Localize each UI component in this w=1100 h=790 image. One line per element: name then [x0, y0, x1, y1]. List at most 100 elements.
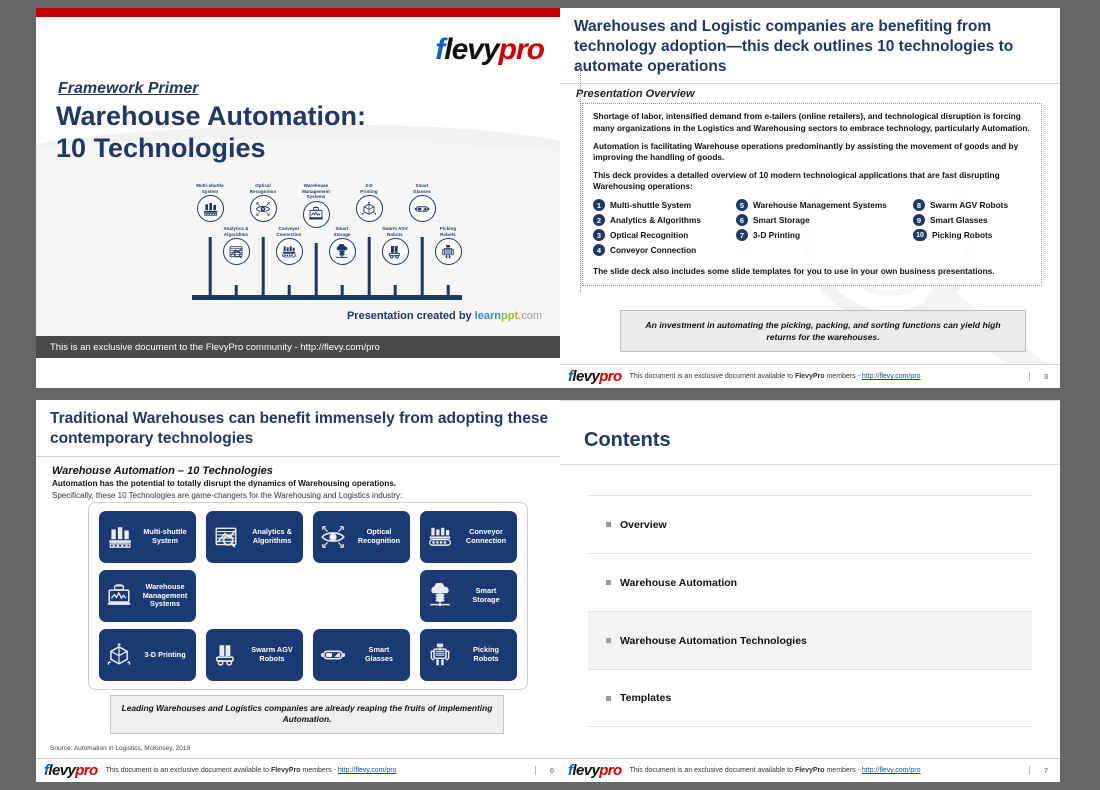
- technology-tile-panel: Multi-shuttle System Analytics & Algorithms…: [88, 502, 528, 690]
- contents-item-2[interactable]: Warehouse Automation: [588, 553, 1032, 611]
- technology-tile[interactable]: Smart Storage: [420, 570, 517, 622]
- flevypro-logo-footer: flevypro: [568, 763, 622, 778]
- slide-technologies[interactable]: Traditional Warehouses can benefit immen…: [36, 400, 566, 782]
- timeline-stem-top-1: [208, 237, 212, 300]
- slide-contents[interactable]: Contents Overview Warehouse Automation War…: [560, 400, 1060, 782]
- slide-footer: flevypro This document is an exclusive d…: [560, 758, 1060, 782]
- technology-tile-label-line: Robots: [259, 654, 285, 663]
- timeline-node-top-3: Warehouse Management Systems: [293, 183, 339, 228]
- timeline-node-top-1: Multi-shuttle System: [187, 183, 233, 222]
- timeline-node-circle: [381, 238, 409, 265]
- multi-shuttle-icon: [109, 527, 131, 548]
- page-title: Contents: [584, 429, 671, 451]
- technology-tile-icon: [105, 640, 133, 670]
- footer-text: This document is an exclusive document a…: [630, 373, 921, 380]
- technology-tile[interactable]: Analytics & Algorithms: [206, 511, 303, 563]
- 3d-printing-icon: [107, 643, 131, 665]
- contents-item-label: Warehouse Automation Technologies: [620, 634, 807, 647]
- timeline-node-circle: [222, 238, 250, 265]
- technology-tile[interactable]: Smart Glasses: [313, 629, 410, 681]
- timeline-node-label-line: Glasses: [413, 188, 431, 194]
- timeline-node-bottom-1: Analytics & Algorithms: [213, 226, 259, 265]
- eyebrow-label: Framework Primer: [58, 80, 199, 97]
- timeline-node-circle: [196, 195, 224, 222]
- technology-tile[interactable]: Optical Recognition: [313, 511, 410, 563]
- page-number: 6: [534, 766, 560, 775]
- technology-tile-label-line: Connection: [465, 536, 507, 545]
- technology-tile-grid: Multi-shuttle System Analytics & Algorithms…: [99, 511, 517, 681]
- technology-tile-icon: [319, 640, 347, 670]
- learnppt-pp: pp: [501, 310, 515, 322]
- picking-robots-icon: [430, 643, 450, 666]
- contents-item-label: Overview: [620, 518, 667, 531]
- timeline-stem-bottom-3: [340, 285, 344, 300]
- created-by-credit: Presentation created by learnppt.com: [347, 310, 542, 322]
- slide-title[interactable]: flevypro Framework Primer Warehouse Auto…: [36, 8, 566, 388]
- page-title: Traditional Warehouses can benefit immen…: [50, 410, 549, 447]
- footer-text-a: This document is an exclusive document a…: [629, 373, 795, 380]
- timeline-node-label-line: Recognition: [249, 188, 277, 194]
- tech-item-label: Warehouse Management Systems: [753, 200, 887, 211]
- technology-tile-label: Warehouse Management Systems: [138, 582, 192, 609]
- technology-tile[interactable]: Warehouse Management Systems: [99, 570, 196, 622]
- tech-number-badge: 6: [736, 214, 748, 227]
- timeline-stem-top-4: [367, 237, 371, 300]
- slide-thumbnail-grid: flevypro Framework Primer Warehouse Auto…: [0, 0, 1100, 790]
- timeline-stem-bottom-5: [446, 285, 450, 300]
- wms-icon: [309, 206, 323, 220]
- tech-item-label: 3-D Printing: [753, 230, 801, 241]
- logo-levy: levy: [572, 368, 600, 385]
- slide-overview[interactable]: Warehouses and Logistic companies are be…: [560, 8, 1060, 388]
- technology-tile[interactable]: Swarm AGV Robots: [206, 629, 303, 681]
- timeline-node-top-5: Smart Glasses: [399, 183, 445, 222]
- tech-item-label: Conveyor Connection: [610, 245, 697, 256]
- tech-number-badge: 8: [913, 199, 925, 212]
- contents-item-label: Templates: [620, 692, 672, 704]
- contents-item-1[interactable]: Overview: [588, 495, 1032, 553]
- technology-tile-label: Swarm AGV Robots: [245, 645, 299, 664]
- footer-text: This document is an exclusive document a…: [630, 767, 921, 774]
- source-note: Source: Automation in Logistics, McKinse…: [50, 745, 191, 752]
- technology-tile[interactable]: Conveyor Connection: [420, 511, 517, 563]
- tech-item-label: Smart Storage: [753, 215, 810, 226]
- page-number: 3: [1028, 372, 1054, 381]
- timeline-node-label: Warehouse Management Systems: [293, 183, 339, 200]
- tech-number-badge: 7: [736, 229, 748, 242]
- overview-paragraph-4: The slide deck also includes some slide …: [593, 266, 995, 277]
- contents-item-3[interactable]: Warehouse Automation Technologies: [588, 611, 1032, 669]
- footer-link[interactable]: http://flevy.com/pro: [862, 373, 921, 380]
- overview-paragraph-1: Shortage of labor, intensified demand fr…: [593, 111, 1030, 133]
- overview-paragraph-3: This deck provides a detailed overview o…: [593, 169, 1000, 192]
- contents-item-4[interactable]: Templates: [588, 669, 1032, 727]
- multi-shuttle-icon: [204, 202, 218, 216]
- page-title-line-1: Warehouse Automation:: [56, 101, 366, 131]
- slide-footer: flevypro This document is an exclusive d…: [560, 364, 1060, 388]
- technology-tile[interactable]: Multi-shuttle System: [99, 511, 196, 563]
- conveyor-icon: [429, 527, 451, 546]
- lead-line-1: Automation has the potential to totally …: [52, 478, 397, 488]
- technology-tile-label: Smart Storage: [459, 586, 513, 605]
- timeline-node-circle: [302, 200, 330, 228]
- smart-glasses-icon: [321, 650, 345, 660]
- tech-list-column-3: 8 Swarm AGV Robots 9 Smart Glasses 10 Picking…: [913, 199, 1031, 259]
- technology-tile[interactable]: 3-D Printing: [99, 629, 196, 681]
- overview-content-box: Shortage of labor, intensified demand fr…: [582, 103, 1042, 287]
- footer-link[interactable]: http://flevy.com/pro: [862, 767, 921, 774]
- technology-tile[interactable]: Picking Robots: [420, 629, 517, 681]
- footer-link[interactable]: http://flevy.com/pro: [338, 767, 397, 774]
- title-footer-text: This is an exclusive document to the Fle…: [50, 341, 380, 353]
- timeline-node-label-line: Robots: [440, 231, 456, 237]
- tech-number-badge: 2: [593, 214, 605, 227]
- technology-tile-icon: [426, 522, 454, 552]
- tech-list-item: 5 Warehouse Management Systems: [736, 199, 913, 212]
- 3d-printing-icon: [361, 201, 377, 215]
- tech-number-badge: 3: [593, 229, 605, 242]
- technology-tile-label-line: Systems: [149, 599, 181, 609]
- tech-list-item: 10 Picking Robots: [913, 229, 1031, 242]
- smart-storage-icon: [336, 243, 348, 258]
- flevypro-logo: flevypro: [435, 35, 545, 65]
- timeline-node-label-line: Connection: [276, 231, 302, 237]
- timeline-stem-bottom-4: [393, 285, 397, 300]
- section-subtitle: Warehouse Automation – 10 Technologies: [52, 464, 273, 477]
- title-red-bar: [36, 8, 566, 17]
